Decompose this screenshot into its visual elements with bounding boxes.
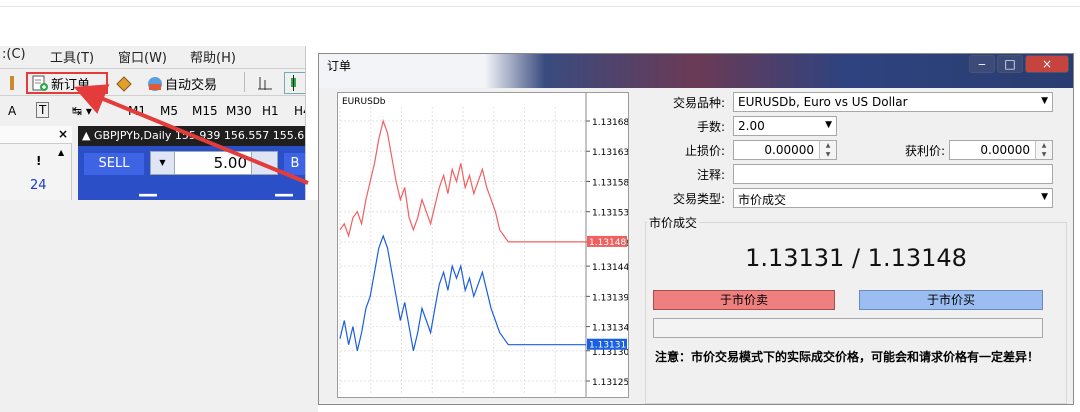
stop-loss-input[interactable]: 0.00000 ▲ ▼: [733, 140, 837, 160]
y-tick-label: 1.13163: [592, 148, 628, 158]
buy-by-market-button[interactable]: 于市价买: [859, 290, 1043, 310]
comment-input[interactable]: [733, 164, 1053, 184]
sell-by-market-button[interactable]: 于市价卖: [653, 290, 835, 310]
order-type-value: 市价成交: [738, 193, 787, 207]
chevron-down-icon: ▼: [825, 120, 832, 130]
bid-ask-quote: 1.13131 / 1.13148: [745, 244, 967, 272]
order-type-select[interactable]: 市价成交 ▼: [733, 188, 1053, 208]
y-tick-label: 1.13158: [592, 178, 628, 188]
chevron-down-icon: ▼: [1041, 192, 1048, 202]
spinner-icon[interactable]: ▲ ▼: [1035, 141, 1052, 159]
annotation-arrow-icon: [73, 84, 309, 185]
y-tick-label: 1.13144: [592, 263, 628, 273]
take-profit-label: 获利价:: [904, 144, 945, 158]
dialog-title-bar: 订单 ‒ □ ×: [319, 54, 1073, 88]
close-button[interactable]: ×: [1025, 55, 1069, 73]
stop-loss-value: 0.00000: [764, 143, 814, 157]
dialog-title: 订单: [327, 59, 352, 73]
series-line-bid: [339, 234, 586, 351]
order-dialog: 订单 ‒ □ × 1.13168 1.13163 1.13158 1.13153 1.1…: [318, 53, 1074, 405]
chart-title: EURUSDb: [342, 97, 386, 107]
price-tag-label-bid: 1.13131: [589, 341, 626, 351]
symbol-value: EURUSDb, Euro vs US Dollar: [738, 95, 908, 109]
volume-select[interactable]: 2.00 ▼: [733, 116, 837, 136]
spinner-icon[interactable]: ▲ ▼: [819, 141, 836, 159]
y-tick-label: 1.13125: [592, 378, 628, 388]
maximize-button[interactable]: □: [997, 55, 1023, 73]
tick-chart-svg: 1.13168 1.13163 1.13158 1.13153 1.13148 1.131…: [339, 93, 628, 397]
market-group-title: 市价成交: [647, 214, 700, 231]
y-tick-label: 1.13134: [592, 324, 628, 334]
execution-note: 注意：市价交易模式下的实际成交价格，可能会和请求价格有一定差异！: [655, 350, 1040, 364]
symbol-select[interactable]: EURUSDb, Euro vs US Dollar ▼: [733, 92, 1053, 112]
symbol-label: 交易品种:: [672, 96, 725, 110]
tick-chart: 1.13168 1.13163 1.13158 1.13153 1.13148 1.131…: [337, 92, 629, 398]
take-profit-value: 0.00000: [980, 143, 1030, 157]
order-type-label: 交易类型:: [672, 192, 725, 206]
y-tick-label: 1.13168: [592, 118, 628, 128]
volume-label: 手数:: [696, 120, 725, 134]
left-background: [0, 200, 318, 412]
volume-value: 2.00: [738, 119, 765, 133]
chevron-down-icon: ▼: [1041, 96, 1048, 106]
comment-label: 注释:: [696, 168, 725, 182]
y-tick-label: 1.13139: [592, 293, 628, 303]
stop-loss-label: 止损价:: [684, 144, 725, 158]
y-tick-label: 1.13153: [592, 209, 628, 219]
execution-status-bar: [653, 318, 1043, 338]
minimize-button[interactable]: ‒: [969, 55, 995, 73]
take-profit-input[interactable]: 0.00000 ▲ ▼: [949, 140, 1053, 160]
price-tag-label-ask: 1.13148: [589, 238, 626, 248]
